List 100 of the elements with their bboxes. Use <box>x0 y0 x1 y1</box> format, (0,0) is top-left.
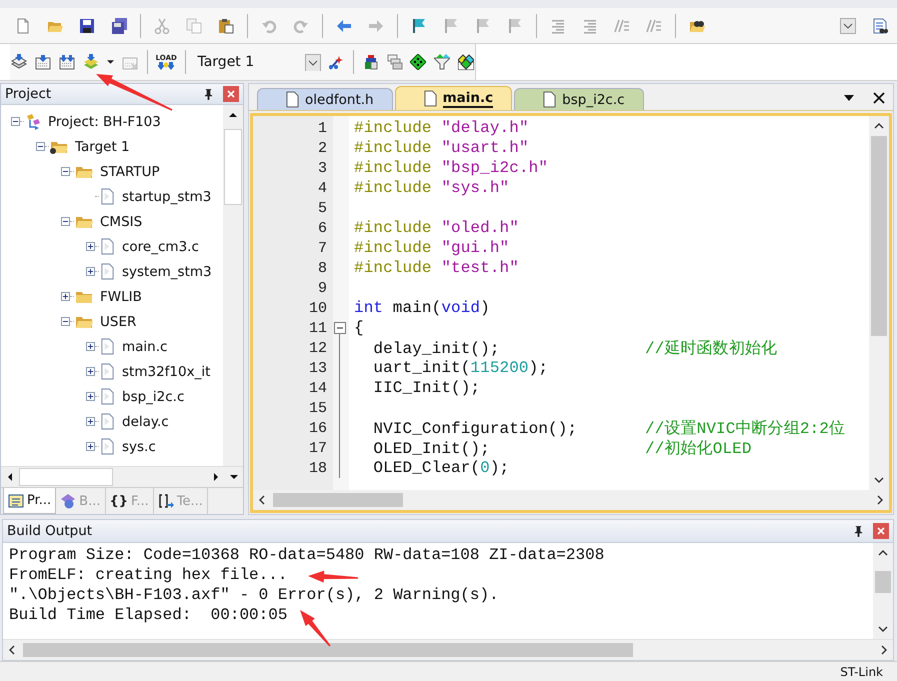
panel-tab[interactable]: Pr... <box>3 488 56 514</box>
tree-item[interactable]: delay.c <box>122 414 169 430</box>
project-icon <box>25 114 41 130</box>
code-line: IIC_Init(); <box>372 379 480 397</box>
right-arrow-icon <box>368 18 384 34</box>
file-icon <box>100 438 115 455</box>
file-icon <box>100 413 115 430</box>
left-arrow-icon <box>336 18 352 34</box>
tree-item[interactable]: Project: BH-F103 <box>48 114 161 130</box>
tree-item[interactable]: core_cm3.c <box>122 238 199 254</box>
pin-icon[interactable] <box>854 526 863 536</box>
collapse-icon[interactable] <box>61 317 70 326</box>
code-line: #include "gui.h" <box>354 239 510 257</box>
slashes-icon <box>614 18 630 34</box>
scrollbar-thumb[interactable] <box>273 493 403 507</box>
panel-title: Project <box>5 86 52 102</box>
document-search-icon <box>872 18 888 34</box>
blocks-icon <box>362 54 379 70</box>
collapse-icon[interactable] <box>61 167 70 176</box>
line-number: 2 <box>316 140 327 156</box>
close-icon[interactable] <box>873 92 885 104</box>
collapse-icon[interactable] <box>11 117 20 126</box>
code-line: #include "sys.h" <box>354 179 510 197</box>
layers-icon <box>82 54 98 70</box>
code-line: { <box>354 319 364 337</box>
file-tab[interactable]: main.c <box>394 86 512 110</box>
tree-item[interactable]: startup_stm3 <box>122 188 212 204</box>
file-icon <box>286 91 299 108</box>
tree-item[interactable]: STARTUP <box>100 164 160 180</box>
scrollbar-thumb[interactable] <box>23 643 633 657</box>
code-line: #include "bsp_i2c.h" <box>354 159 548 177</box>
code-line: #include "test.h" <box>354 259 519 277</box>
pin-icon[interactable] <box>204 88 213 100</box>
expand-icon[interactable] <box>86 367 95 376</box>
code-line: int main(void) <box>354 299 490 317</box>
collapse-icon[interactable] <box>61 217 70 226</box>
lines-icon <box>550 18 566 34</box>
output-line: Build Time Elapsed: 00:00:05 <box>9 605 288 625</box>
scrollbar-thumb[interactable] <box>19 468 113 486</box>
scrollbar-thumb[interactable] <box>871 136 887 336</box>
code-line: OLED_Clear(0); <box>372 459 510 477</box>
tree-item[interactable]: system_stm3 <box>122 264 212 280</box>
file-icon <box>100 388 115 405</box>
books-icon <box>60 493 76 509</box>
line-number: 17 <box>308 440 327 456</box>
line-number: 10 <box>308 300 327 316</box>
expand-icon[interactable] <box>86 417 95 426</box>
slashes-icon <box>646 18 662 34</box>
tree-item[interactable]: main.c <box>122 338 168 354</box>
tree-item[interactable]: USER <box>100 314 136 330</box>
line-number: 11 <box>308 320 327 336</box>
pages-icon <box>186 18 202 34</box>
expand-icon[interactable] <box>61 292 70 301</box>
panel-title: Build Output <box>7 523 94 539</box>
file-tab[interactable]: oledfont.h <box>257 88 393 110</box>
tree-item[interactable]: Target 1 <box>75 138 130 154</box>
expand-icon[interactable] <box>86 267 95 276</box>
expand-icon[interactable] <box>86 342 95 351</box>
fold-icon[interactable] <box>334 322 346 334</box>
line-number: 5 <box>316 200 327 216</box>
tree-item[interactable]: FWLIB <box>100 288 142 304</box>
annotation-arrow <box>300 610 331 646</box>
document-icon <box>15 18 31 34</box>
code-line: #include "oled.h" <box>354 219 519 237</box>
panel-tab[interactable]: {} F... <box>106 488 154 514</box>
line-number: 1 <box>316 120 327 136</box>
flag-icon <box>443 18 459 34</box>
tree-item[interactable]: stm32f10x_it <box>122 364 210 380</box>
tree-item[interactable]: CMSIS <box>100 214 142 230</box>
file-icon <box>424 90 437 107</box>
line-number: 9 <box>316 280 327 296</box>
expand-icon[interactable] <box>86 442 95 451</box>
target-select[interactable]: Target 1 <box>193 50 322 74</box>
code-line: NVIC_Configuration(); //设置NVIC中断分组2:2位 <box>372 418 846 438</box>
line-number: 6 <box>316 220 327 236</box>
file-icon <box>100 238 115 255</box>
collapse-icon[interactable] <box>36 142 45 151</box>
tree-item[interactable]: bsp_i2c.c <box>122 388 184 404</box>
output-line: FromELF: creating hex file... <box>9 565 288 585</box>
line-number: 3 <box>316 160 327 176</box>
file-icon <box>100 338 115 355</box>
code-line: #include "usart.h" <box>354 139 529 157</box>
funnel-icon <box>434 54 450 70</box>
redo-icon <box>293 18 309 34</box>
expand-icon[interactable] <box>86 242 95 251</box>
tree-item[interactable]: sys.c <box>122 438 156 454</box>
flag-icon <box>411 18 427 34</box>
scrollbar-thumb[interactable] <box>875 571 891 593</box>
file-tab[interactable]: bsp_i2c.c <box>514 88 644 110</box>
arrows-icon <box>158 62 174 70</box>
scrollbar-thumb[interactable] <box>224 129 242 205</box>
expand-icon[interactable] <box>86 392 95 401</box>
code-line: delay_init(); //延时函数初始化 <box>372 338 778 358</box>
lines-icon <box>582 18 598 34</box>
caret-icon <box>106 60 114 64</box>
flag-icon <box>507 18 523 34</box>
flag-icon <box>475 18 491 34</box>
code-line: uart_init(115200); <box>372 359 548 377</box>
line-number: 7 <box>316 240 327 256</box>
code-line: OLED_Init(); //初始化OLED <box>372 438 752 458</box>
